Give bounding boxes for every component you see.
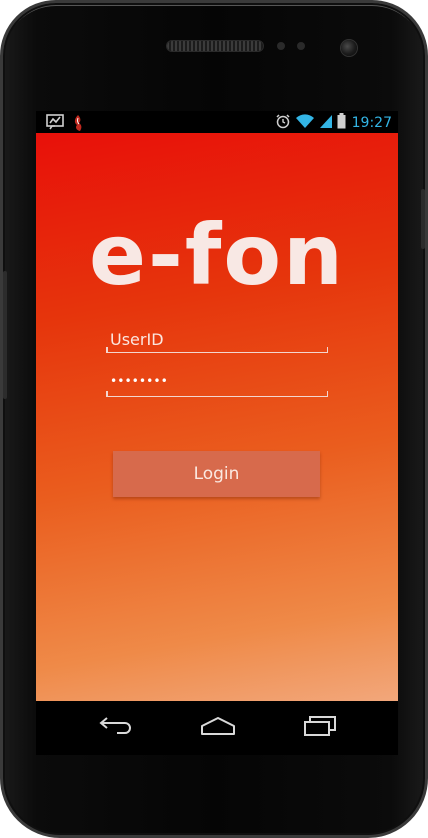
status-right-cluster: 19:27: [275, 113, 392, 133]
userid-input[interactable]: [110, 327, 320, 351]
login-button[interactable]: Login: [113, 451, 320, 497]
alarm-icon: [275, 113, 291, 133]
userid-field[interactable]: [106, 327, 328, 353]
navigation-bar: [36, 701, 398, 755]
app-screen: e-fon •••••••• Login: [36, 133, 398, 701]
proximity-sensor: [277, 42, 285, 50]
volume-button[interactable]: [3, 271, 7, 399]
password-field[interactable]: ••••••••: [106, 371, 328, 397]
front-camera: [341, 40, 357, 56]
password-input[interactable]: ••••••••: [110, 374, 168, 388]
home-button[interactable]: [196, 713, 240, 743]
home-icon: [200, 716, 236, 740]
signal-icon: [319, 113, 333, 133]
recent-apps-button[interactable]: [298, 713, 342, 743]
battery-icon: [337, 113, 346, 133]
wifi-icon: [295, 113, 315, 133]
status-bar: 19:27: [36, 111, 398, 133]
status-time: 19:27: [351, 115, 392, 131]
power-button[interactable]: [421, 189, 425, 249]
back-icon: [99, 716, 133, 740]
app-logo: e-fon: [89, 206, 345, 304]
chat-notification-icon: [46, 114, 64, 134]
phone-device-frame: 19:27 e-fon •••••••• Login: [0, 0, 428, 838]
light-sensor: [297, 42, 305, 50]
recent-apps-icon: [303, 715, 337, 741]
earpiece-speaker: [167, 41, 263, 51]
back-button[interactable]: [94, 713, 138, 743]
